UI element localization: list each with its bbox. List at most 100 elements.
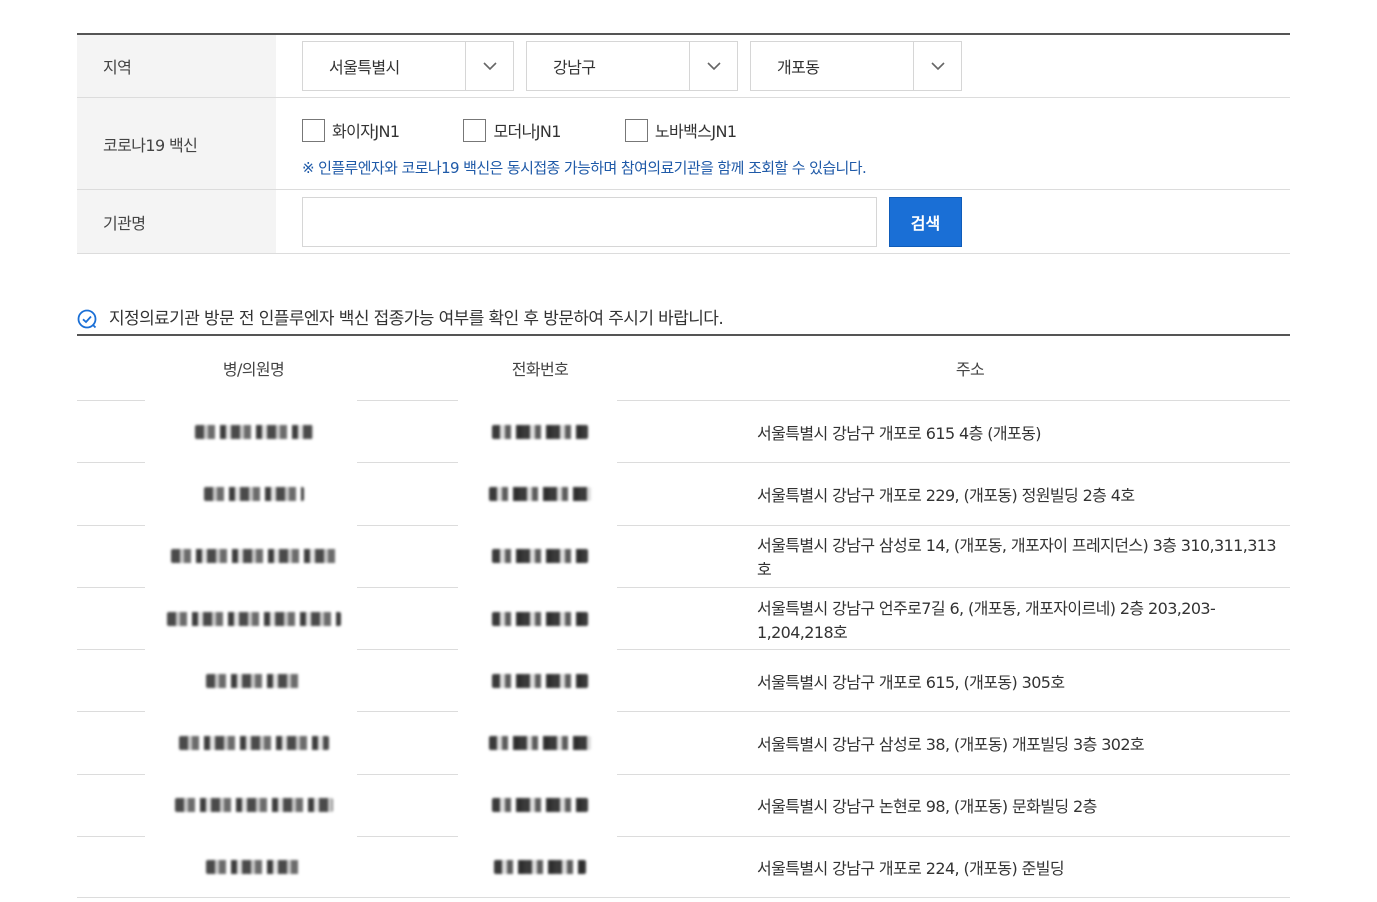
clinic-address: 서울특별시 강남구 논현로 98, (개포동) 문화빌딩 2층: [757, 797, 1097, 817]
pfizer-checkbox[interactable]: 화이자JN1: [302, 118, 400, 142]
row-divider-gap: [145, 649, 357, 652]
header-phone: 전화번호: [511, 360, 569, 379]
info-text: 지정의료기관 방문 전 인플루엔자 백신 접종가능 여부를 확인 후 방문하여 …: [109, 309, 724, 329]
row-divider-gap: [458, 836, 617, 839]
institution-row: 기관명 검색: [77, 190, 1290, 254]
chevron-down-icon[interactable]: [465, 42, 513, 90]
table-row[interactable]: 서울특별시 강남구 개포로 615, (개포동) 305호: [77, 649, 1290, 711]
redacted-text: [492, 611, 588, 626]
city-select-value: 서울특별시: [329, 58, 400, 77]
row-divider-gap: [458, 400, 617, 402]
row-divider-gap: [145, 773, 357, 776]
vaccine-label: 코로나19 백신: [77, 98, 276, 189]
header-address: 주소: [955, 360, 985, 379]
checkbox-box[interactable]: [302, 118, 325, 142]
table-row[interactable]: 서울특별시 강남구 개포로 615 4층 (개포동): [77, 400, 1290, 462]
table-row[interactable]: 서울특별시 강남구 개포로 229, (개포동) 정원빌딩 2층 4호: [77, 462, 1290, 524]
phone-redacted: [430, 860, 650, 875]
redacted-text: [492, 673, 588, 688]
redacted-text: [174, 798, 333, 813]
search-form: 지역 서울특별시 강남구 개포동 코로나19 백신 화이자JN1 모더나JN1 …: [77, 33, 1290, 254]
chevron-down-icon[interactable]: [913, 42, 961, 90]
clinic-address: 서울특별시 강남구 언주로7길 6, (개포동, 개포자이르네) 2층 203,…: [757, 598, 1216, 642]
institution-search: 검색: [276, 190, 1290, 253]
dong-select[interactable]: 개포동: [750, 41, 962, 91]
checkbox-box[interactable]: [624, 118, 648, 142]
phone-redacted: [430, 736, 650, 751]
table-row[interactable]: 서울특별시 강남구 언주로7길 6, (개포동, 개포자이르네) 2층 203,…: [77, 586, 1290, 649]
vaccine-options: 화이자JN1 모더나JN1 노바백스JN1 ※ 인플루엔자와 코로나19 백신은…: [276, 98, 1290, 189]
table-row[interactable]: 서울특별시 강남구 논현로 98, (개포동) 문화빌딩 2층: [77, 773, 1290, 836]
results-table: 병/의원명 전화번호 주소 서울특별시 강남구 개포로 615 4층 (개포동)…: [77, 336, 1290, 899]
row-divider-gap: [145, 711, 357, 714]
row-divider-gap: [458, 462, 617, 465]
check-circle-icon: [77, 309, 99, 331]
clinic-address: 서울특별시 강남구 삼성로 38, (개포동) 개포빌딩 3층 302호: [757, 735, 1145, 755]
region-selects: 서울특별시 강남구 개포동: [276, 35, 1290, 97]
moderna-checkbox[interactable]: 모더나JN1: [463, 118, 561, 142]
redacted-text: [489, 486, 591, 501]
dong-select-value: 개포동: [777, 58, 820, 77]
region-label: 지역: [77, 35, 276, 97]
search-form-area: 지역 서울특별시 강남구 개포동 코로나19 백신 화이자JN1 모더나JN1 …: [77, 33, 1290, 254]
redacted-text: [492, 798, 588, 813]
clinic-name-redacted[interactable]: [77, 549, 430, 564]
clinic-name-redacted[interactable]: [77, 673, 430, 688]
redacted-text: [203, 486, 304, 501]
info-banner: 지정의료기관 방문 전 인플루엔자 백신 접종가능 여부를 확인 후 방문하여 …: [77, 306, 1290, 336]
vaccine-row: 코로나19 백신 화이자JN1 모더나JN1 노바백스JN1 ※ 인플루엔자와 …: [77, 98, 1290, 190]
pfizer-checkbox-label[interactable]: 화이자JN1: [332, 118, 400, 142]
redacted-text: [170, 549, 337, 564]
phone-redacted: [430, 549, 650, 564]
city-select[interactable]: 서울특별시: [302, 41, 514, 91]
institution-name-input[interactable]: [302, 196, 877, 247]
region-row: 지역 서울특별시 강남구 개포동: [77, 35, 1290, 98]
row-divider-gap: [458, 586, 617, 589]
row-divider-gap: [458, 711, 617, 714]
phone-redacted: [430, 673, 650, 688]
table-row[interactable]: 서울특별시 강남구 개포로 224, (개포동) 준빌딩: [77, 836, 1290, 899]
row-divider-gap: [458, 649, 617, 652]
clinic-name-redacted[interactable]: [77, 424, 430, 439]
clinic-name-redacted[interactable]: [77, 860, 430, 875]
novavax-checkbox-label[interactable]: 노바백스JN1: [655, 118, 737, 142]
redacted-text: [205, 673, 302, 688]
clinic-address: 서울특별시 강남구 개포로 224, (개포동) 준빌딩: [757, 859, 1065, 879]
clinic-name-redacted[interactable]: [77, 611, 430, 626]
phone-redacted: [430, 798, 650, 813]
phone-redacted: [430, 611, 650, 626]
row-divider-gap: [145, 836, 357, 839]
redacted-text: [492, 424, 588, 439]
redacted-text: [492, 549, 588, 564]
header-name: 병/의원명: [222, 360, 285, 379]
moderna-checkbox-label[interactable]: 모더나JN1: [493, 118, 561, 142]
chevron-down-icon[interactable]: [689, 42, 737, 90]
row-divider-gap: [145, 400, 357, 402]
institution-label: 기관명: [77, 190, 276, 253]
search-button[interactable]: 검색: [889, 196, 962, 247]
redacted-text: [205, 860, 302, 875]
phone-redacted: [430, 424, 650, 439]
clinic-name-redacted[interactable]: [77, 736, 430, 751]
redacted-text: [494, 860, 586, 875]
row-divider-gap: [458, 773, 617, 776]
table-row[interactable]: 서울특별시 강남구 삼성로 38, (개포동) 개포빌딩 3층 302호: [77, 711, 1290, 773]
clinic-address: 서울특별시 강남구 개포로 229, (개포동) 정원빌딩 2층 4호: [757, 485, 1135, 505]
vaccine-notice: ※ 인플루엔자와 코로나19 백신은 동시접종 가능하며 참여의료기관을 함께 …: [302, 159, 867, 177]
table-header: 병/의원명 전화번호 주소: [77, 336, 1290, 400]
checkbox-box[interactable]: [463, 118, 487, 142]
redacted-text: [178, 736, 329, 751]
district-select-value: 강남구: [553, 58, 596, 77]
redacted-text: [166, 611, 341, 626]
clinic-address: 서울특별시 강남구 개포로 615, (개포동) 305호: [757, 672, 1065, 692]
clinic-name-redacted[interactable]: [77, 486, 430, 501]
phone-redacted: [430, 486, 650, 501]
clinic-name-redacted[interactable]: [77, 798, 430, 813]
novavax-checkbox[interactable]: 노바백스JN1: [624, 118, 737, 142]
row-divider-gap: [145, 524, 357, 527]
district-select[interactable]: 강남구: [526, 41, 738, 91]
vaccine-checkbox-group: 화이자JN1 모더나JN1 노바백스JN1: [302, 118, 1290, 142]
table-row[interactable]: 서울특별시 강남구 삼성로 14, (개포동, 개포자이 프레지던스) 3층 3…: [77, 524, 1290, 587]
row-divider-gap: [145, 586, 357, 589]
row-divider-gap: [458, 524, 617, 527]
